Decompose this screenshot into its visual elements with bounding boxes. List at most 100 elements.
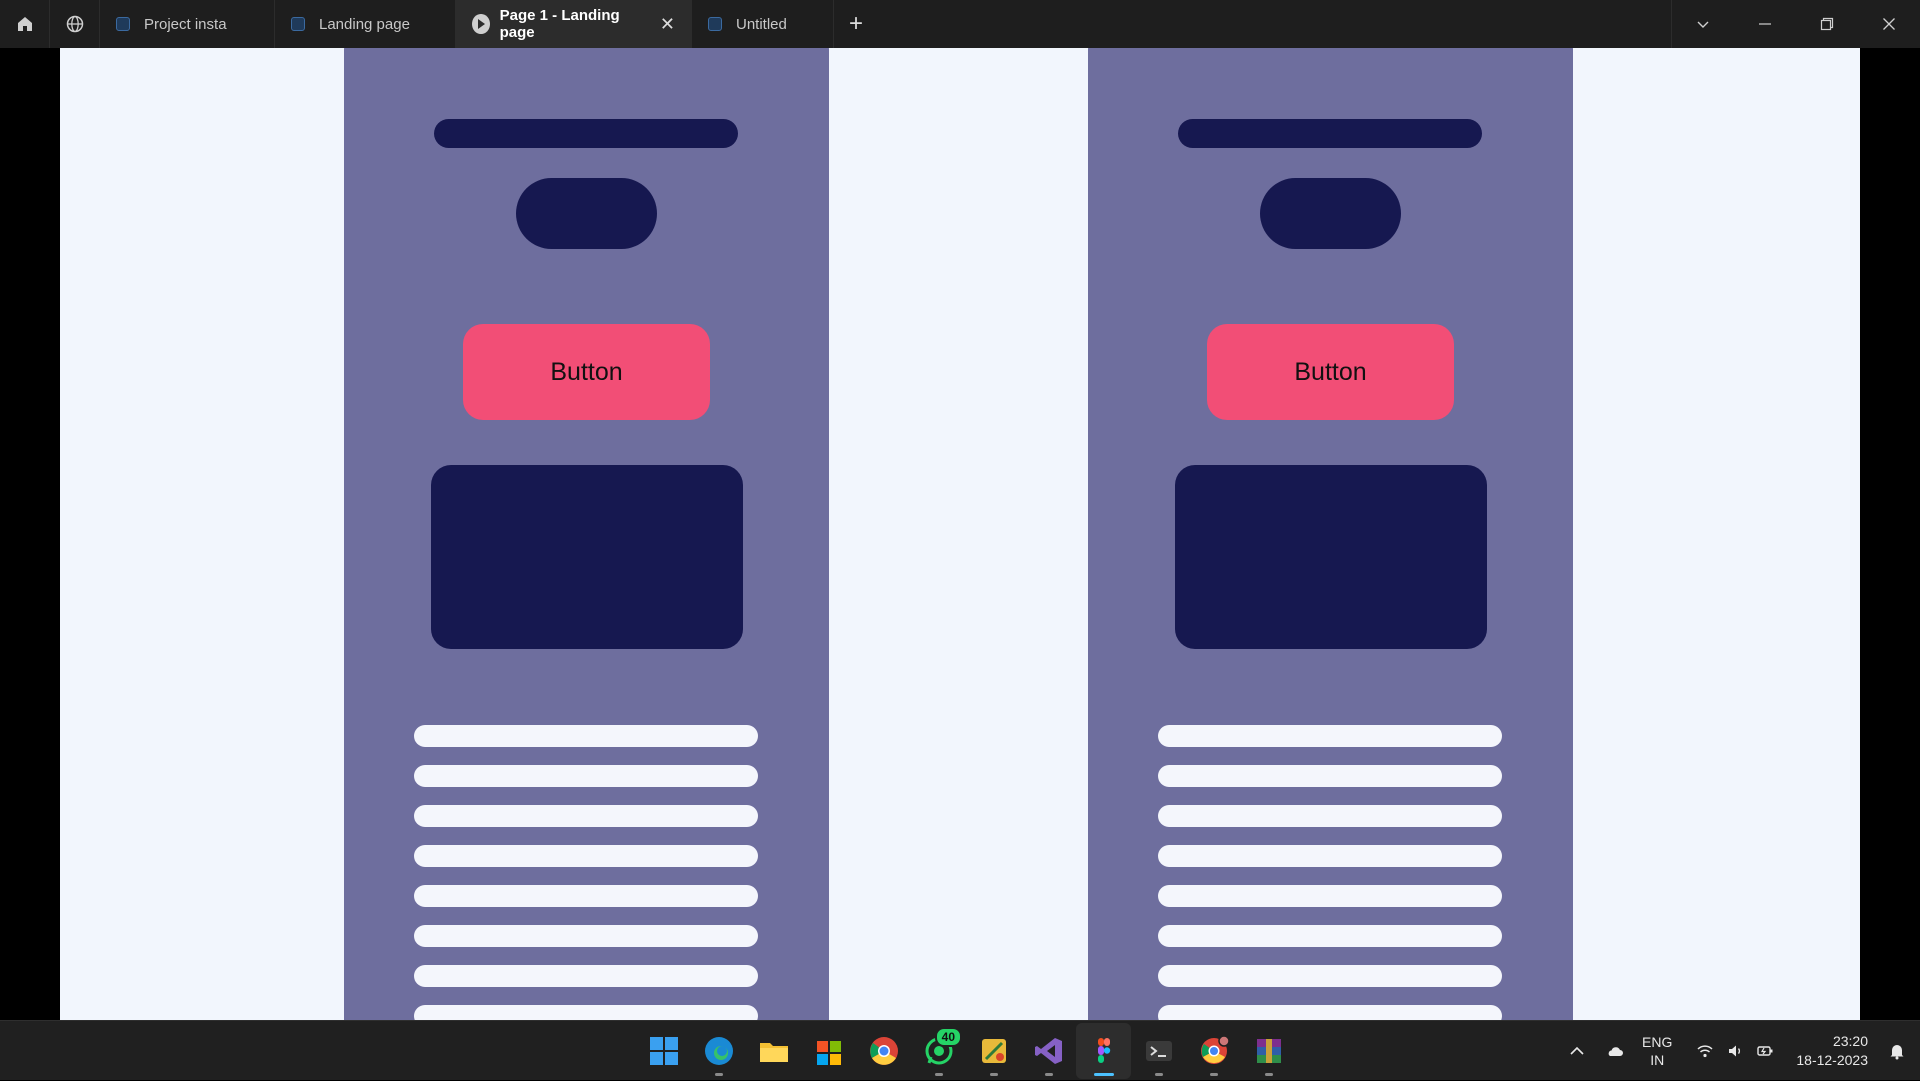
new-tab-button[interactable]: + xyxy=(834,0,878,48)
drawing-app-icon xyxy=(981,1039,1006,1063)
logo-placeholder xyxy=(516,178,657,249)
microsoft-store-icon xyxy=(816,1041,841,1065)
file-explorer-icon xyxy=(759,1043,788,1062)
taskbar-apps: 40 xyxy=(636,1021,1296,1081)
wifi-icon xyxy=(1697,1045,1713,1058)
community-button[interactable] xyxy=(50,0,100,48)
figma-file-icon xyxy=(291,17,305,31)
clock[interactable]: 23:20 18-12-2023 xyxy=(1796,1032,1868,1070)
running-indicator xyxy=(934,1073,943,1076)
notifications-button[interactable] xyxy=(1882,1036,1912,1066)
chrome-profile-icon xyxy=(1200,1035,1230,1064)
taskbar-app-chrome[interactable] xyxy=(856,1023,911,1079)
notification-badge: 40 xyxy=(934,1027,962,1047)
chrome-icon xyxy=(869,1037,898,1065)
onedrive-button[interactable] xyxy=(1600,1036,1630,1066)
tabs-menu-button[interactable] xyxy=(1672,0,1734,48)
start-icon xyxy=(649,1037,678,1065)
header-bar xyxy=(1178,119,1482,148)
language-indicator[interactable]: ENG IN xyxy=(1642,1033,1672,1069)
figma-icon xyxy=(1097,1038,1110,1063)
taskbar-app-edge[interactable] xyxy=(691,1023,746,1079)
text-line-placeholder xyxy=(1158,885,1502,907)
running-indicator xyxy=(714,1073,723,1076)
cloud-icon xyxy=(1608,1047,1624,1056)
window-controls xyxy=(1671,0,1920,48)
figma-file-icon xyxy=(116,17,130,31)
tab-label: Landing page xyxy=(319,15,410,33)
terminal-icon xyxy=(1145,1041,1172,1061)
clock-time: 23:20 xyxy=(1832,1033,1868,1049)
visual-studio-icon xyxy=(1034,1038,1062,1064)
close-button[interactable] xyxy=(1858,0,1920,48)
cta-button[interactable]: Button xyxy=(463,324,710,420)
image-placeholder xyxy=(431,465,743,649)
mobile-frame-right: Button xyxy=(1088,48,1573,1020)
cta-button[interactable]: Button xyxy=(1207,324,1454,420)
tab-label: Page 1 - Landing page xyxy=(499,7,620,41)
text-line-placeholder xyxy=(1158,725,1502,747)
system-tray: ENG IN 23:20 18-12-2023 xyxy=(1562,1021,1920,1081)
taskbar-app-figma[interactable] xyxy=(1076,1023,1131,1079)
tab-close-icon[interactable]: ✕ xyxy=(660,14,675,35)
language-region: IN xyxy=(1650,1052,1665,1068)
play-icon xyxy=(472,14,490,34)
chevron-up-icon xyxy=(1570,1046,1584,1055)
header-bar xyxy=(434,119,738,148)
running-indicator xyxy=(989,1073,998,1076)
running-indicator xyxy=(1209,1073,1218,1076)
clock-date: 18-12-2023 xyxy=(1796,1052,1868,1068)
text-lines xyxy=(1158,725,1502,1020)
show-hidden-icons-button[interactable] xyxy=(1562,1036,1592,1066)
text-line-placeholder xyxy=(414,805,758,827)
text-line-placeholder xyxy=(414,1005,758,1020)
home-button[interactable] xyxy=(0,0,50,48)
tab-untitled[interactable]: Untitled xyxy=(692,0,834,48)
prototype-canvas[interactable]: Button Button xyxy=(60,48,1860,1020)
taskbar-app-terminal[interactable] xyxy=(1131,1023,1186,1079)
mobile-frame-left: Button xyxy=(344,48,829,1020)
taskbar-app-store[interactable] xyxy=(801,1023,856,1079)
text-line-placeholder xyxy=(414,925,758,947)
tab-page1-landing-page[interactable]: Page 1 - Landing page ✕ xyxy=(456,0,692,48)
tab-landing-page[interactable]: Landing page xyxy=(275,0,456,48)
home-icon xyxy=(17,17,32,31)
tab-project-insta[interactable]: Project insta xyxy=(100,0,275,48)
battery-icon xyxy=(1757,1046,1773,1056)
bell-icon xyxy=(1890,1045,1904,1060)
taskbar-app-file-explorer[interactable] xyxy=(746,1023,801,1079)
running-indicator xyxy=(1154,1073,1163,1076)
taskbar-app-drawing[interactable] xyxy=(966,1023,1021,1079)
text-line-placeholder xyxy=(1158,845,1502,867)
start-button[interactable] xyxy=(636,1023,691,1079)
battery-button[interactable] xyxy=(1750,1036,1780,1066)
plus-icon: + xyxy=(848,10,863,37)
text-line-placeholder xyxy=(414,965,758,987)
taskbar-app-whatsapp[interactable]: 40 xyxy=(911,1023,966,1079)
logo-placeholder xyxy=(1260,178,1401,249)
text-line-placeholder xyxy=(1158,765,1502,787)
network-button[interactable] xyxy=(1690,1036,1720,1066)
text-line-placeholder xyxy=(414,885,758,907)
title-bar-drag-area[interactable] xyxy=(878,0,1671,48)
restore-icon xyxy=(1820,17,1834,31)
restore-button[interactable] xyxy=(1796,0,1858,48)
taskbar-app-visual-studio[interactable] xyxy=(1021,1023,1076,1079)
tab-label: Project insta xyxy=(144,15,227,33)
text-line-placeholder xyxy=(1158,1005,1502,1020)
running-indicator xyxy=(1044,1073,1053,1076)
tab-label: Untitled xyxy=(736,15,787,33)
text-line-placeholder xyxy=(1158,805,1502,827)
text-line-placeholder xyxy=(414,725,758,747)
volume-button[interactable] xyxy=(1720,1036,1750,1066)
figma-file-icon xyxy=(708,17,722,31)
taskbar: 40 ENG IN 23:20 18-12-2023 xyxy=(0,1020,1920,1080)
running-indicator xyxy=(1264,1073,1273,1076)
minimize-button[interactable] xyxy=(1734,0,1796,48)
running-indicator xyxy=(1093,1073,1114,1076)
text-lines xyxy=(414,725,758,1020)
title-bar: Project insta Landing page Page 1 - Land… xyxy=(0,0,1920,48)
text-line-placeholder xyxy=(414,765,758,787)
taskbar-app-winrar[interactable] xyxy=(1241,1023,1296,1079)
taskbar-app-chrome-profile[interactable] xyxy=(1186,1023,1241,1079)
